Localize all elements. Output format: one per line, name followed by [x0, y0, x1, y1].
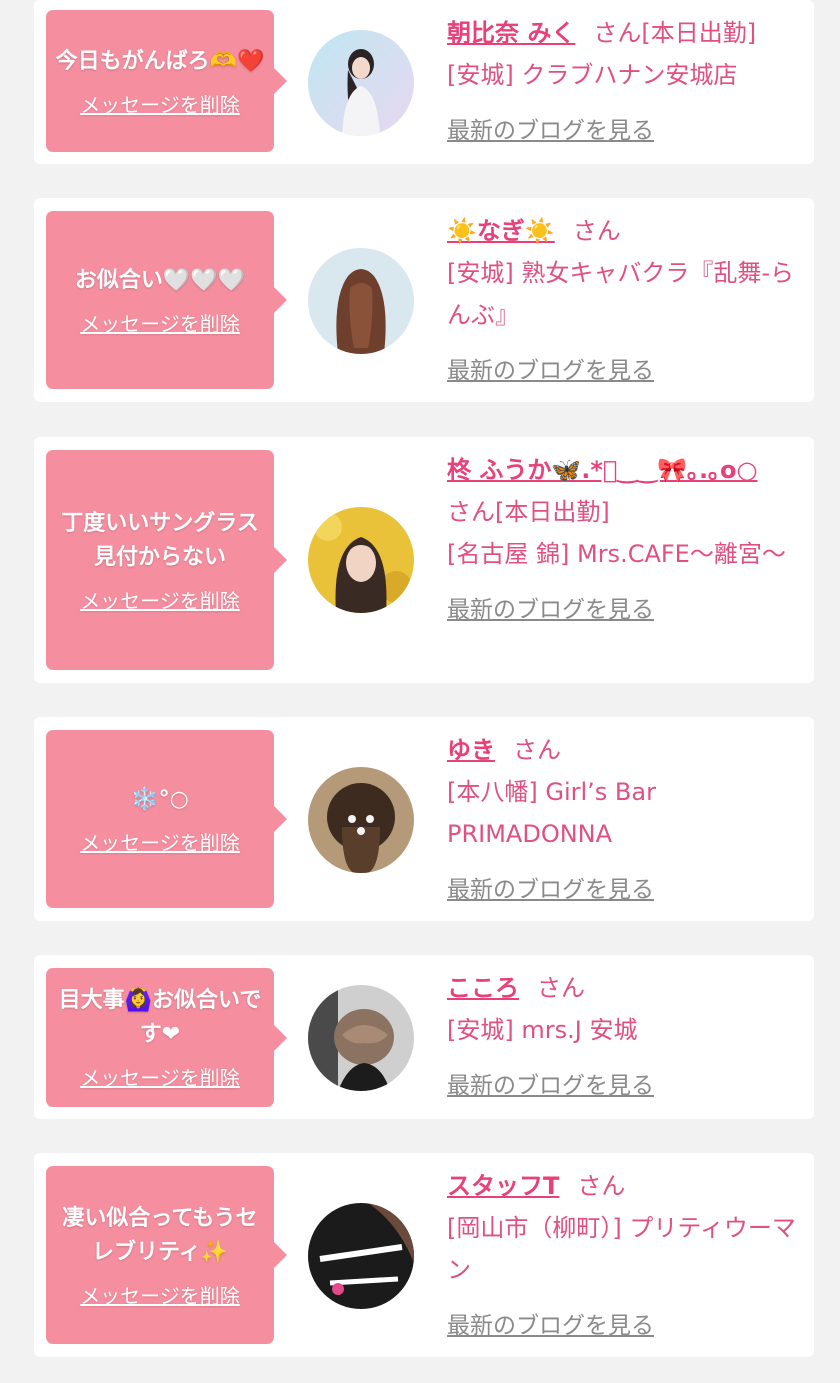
cast-name-link[interactable]: 朝比奈 みく — [447, 19, 575, 47]
status-badge: [本日出勤] — [495, 498, 610, 526]
message-card: お似合い🤍🤍🤍 メッセージを削除 ☀️なぎ☀️ さん [安城] 熟女キャバクラ『乱… — [34, 198, 814, 402]
woman-photo-icon — [308, 30, 414, 136]
honorific: さん — [537, 974, 585, 1002]
message-card: 凄い似合ってもうセレブリティ✨ メッセージを削除 スタッフT さん [岡山市（柳町… — [34, 1153, 814, 1357]
avatar[interactable] — [308, 30, 414, 136]
message-card: ❄️°○ メッセージを削除 ゆき さん [本八幡] Girl’s Bar PRIM… — [34, 717, 814, 921]
message-text: 目大事🙆‍♀️お似合いです❤︎ — [58, 988, 262, 1047]
delete-message-link[interactable]: メッセージを削除 — [80, 585, 240, 614]
message-bubble: お似合い🤍🤍🤍 メッセージを削除 — [46, 211, 287, 389]
message-text: ❄️°○ — [131, 786, 189, 812]
avatar[interactable] — [308, 248, 414, 354]
message-card: 目大事🙆‍♀️お似合いです❤︎ メッセージを削除 こころ さん [安城] mrs.… — [34, 955, 814, 1119]
latest-blog-link[interactable]: 最新のブログを見る — [447, 110, 654, 152]
cast-name-link[interactable]: こころ — [447, 974, 519, 1002]
shop-name: [岡山市（柳町）] プリティウーマン — [447, 1214, 796, 1284]
delete-message-link[interactable]: メッセージを削除 — [80, 1062, 240, 1091]
cast-name-link[interactable]: 柊 ふうか🦋.*ﾟ‿‿🎀｡.｡o○ — [447, 456, 758, 484]
shop-name: [安城] mrs.J 安城 — [447, 1016, 638, 1044]
message-card: 今日もがんばろ🫶❤️ メッセージを削除 朝比奈 みく さん[本日出勤] [安城] … — [34, 0, 814, 164]
honorific: さん — [577, 1172, 626, 1200]
status-badge: [本日出勤] — [641, 19, 757, 47]
cast-name-link[interactable]: ☀️なぎ☀️ — [447, 217, 555, 245]
delete-message-link[interactable]: メッセージを削除 — [80, 308, 240, 337]
honorific: さん — [447, 498, 495, 526]
cast-info: 朝比奈 みく さん[本日出勤] [安城] クラブハナン安城店 最新のブログを見る — [447, 12, 799, 152]
latest-blog-link[interactable]: 最新のブログを見る — [447, 1065, 654, 1107]
woman-photo-icon — [308, 507, 414, 613]
avatar[interactable] — [308, 1203, 414, 1309]
cast-name-link[interactable]: ゆき — [447, 736, 495, 764]
avatar[interactable] — [308, 767, 414, 873]
delete-message-link[interactable]: メッセージを削除 — [80, 89, 240, 118]
latest-blog-link[interactable]: 最新のブログを見る — [447, 1305, 654, 1347]
hair-photo-icon — [308, 767, 414, 873]
message-bubble: 丁度いいサングラス見付からない メッセージを削除 — [46, 450, 287, 670]
cast-info: ゆき さん [本八幡] Girl’s Bar PRIMADONNA 最新のブログを… — [447, 729, 799, 911]
message-text: 凄い似合ってもうセレブリティ✨ — [62, 1205, 258, 1265]
cast-name-link[interactable]: スタッフT — [447, 1172, 559, 1200]
hair-photo-icon — [308, 985, 414, 1091]
cast-info: スタッフT さん [岡山市（柳町）] プリティウーマン 最新のブログを見る — [447, 1165, 799, 1347]
shop-name: [名古屋 錦] Mrs.CAFE〜離宮〜 — [447, 540, 786, 568]
message-text: お似合い🤍🤍🤍 — [74, 267, 246, 293]
cast-info: ☀️なぎ☀️ さん [安城] 熟女キャバクラ『乱舞-らんぶ』 最新のブログを見る — [447, 210, 799, 392]
honorific: さん — [572, 217, 621, 245]
cast-info: こころ さん [安城] mrs.J 安城 最新のブログを見る — [447, 967, 799, 1107]
latest-blog-link[interactable]: 最新のブログを見る — [447, 869, 654, 911]
shop-name: [安城] クラブハナン安城店 — [447, 61, 738, 89]
latest-blog-link[interactable]: 最新のブログを見る — [447, 589, 654, 631]
avatar[interactable] — [308, 985, 414, 1091]
message-text: 今日もがんばろ🫶❤️ — [55, 48, 265, 74]
message-bubble: 目大事🙆‍♀️お似合いです❤︎ メッセージを削除 — [46, 968, 287, 1107]
message-card: 丁度いいサングラス見付からない メッセージを削除 柊 ふうか🦋.*ﾟ‿‿🎀｡.｡… — [34, 437, 814, 683]
message-bubble: ❄️°○ メッセージを削除 — [46, 730, 287, 908]
message-bubble: 今日もがんばろ🫶❤️ メッセージを削除 — [46, 10, 287, 152]
delete-message-link[interactable]: メッセージを削除 — [80, 1280, 240, 1309]
hair-photo-icon — [308, 248, 414, 354]
message-bubble: 凄い似合ってもうセレブリティ✨ メッセージを削除 — [46, 1166, 287, 1344]
honorific: さん — [593, 19, 642, 47]
shop-name: [本八幡] Girl’s Bar PRIMADONNA — [447, 778, 656, 848]
shop-name: [安城] 熟女キャバクラ『乱舞-らんぶ』 — [447, 259, 795, 329]
shop-logo-icon — [308, 1203, 414, 1309]
honorific: さん — [513, 736, 561, 764]
delete-message-link[interactable]: メッセージを削除 — [80, 827, 240, 856]
avatar[interactable] — [308, 507, 414, 613]
latest-blog-link[interactable]: 最新のブログを見る — [447, 350, 654, 392]
message-text: 丁度いいサングラス見付からない — [61, 510, 259, 570]
cast-info: 柊 ふうか🦋.*ﾟ‿‿🎀｡.｡o○ さん[本日出勤] [名古屋 錦] Mrs.CA… — [447, 449, 799, 631]
